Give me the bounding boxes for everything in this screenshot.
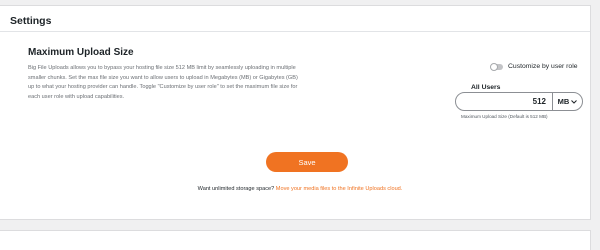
panel-header: Settings [0,6,590,32]
customize-by-role-toggle[interactable] [490,62,503,71]
customize-by-role-toggle-row[interactable]: Customize by user role [490,62,578,71]
toggle-label: Customize by user role [508,63,578,70]
upload-size-input-group: 512 MB [455,92,583,111]
upload-size-helper: Maximum Upload Size (Default is 512 MB) [461,114,548,119]
all-users-label: All Users [471,84,501,91]
section-description: Big File Uploads allows you to bypass yo… [28,65,298,101]
upload-size-input[interactable]: 512 [456,97,552,106]
unit-select-value: MB [557,97,570,106]
lower-panel [0,230,591,250]
toggle-knob [490,62,498,71]
unit-select[interactable]: MB [552,93,582,110]
promo-link[interactable]: Move your media files to the Infinite Up… [276,186,403,192]
promo-text: Want unlimited storage space? [197,186,275,192]
chevron-down-icon [571,99,578,104]
promo-line: Want unlimited storage space? Move your … [0,186,600,192]
section-title: Maximum Upload Size [28,47,134,58]
panel-title: Settings [10,15,52,27]
save-button[interactable]: Save [266,152,348,172]
